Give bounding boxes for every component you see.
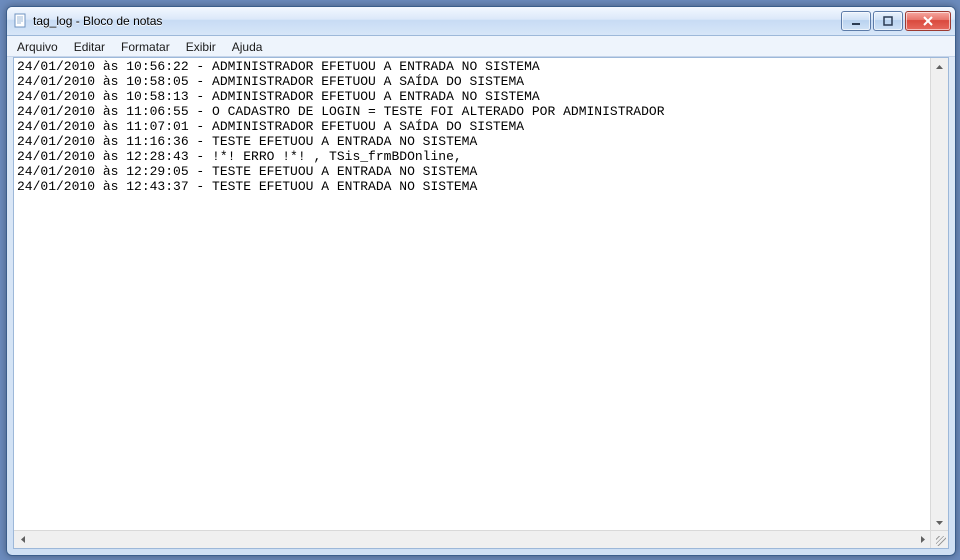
- app-icon: [13, 13, 29, 29]
- scroll-left-button[interactable]: [14, 531, 31, 548]
- chevron-down-icon: [936, 521, 943, 525]
- maximize-button[interactable]: [873, 11, 903, 31]
- close-button[interactable]: [905, 11, 951, 31]
- vertical-scrollbar[interactable]: [930, 58, 948, 531]
- minimize-icon: [851, 16, 861, 26]
- window-title: tag_log - Bloco de notas: [33, 14, 841, 28]
- scroll-right-button[interactable]: [914, 531, 931, 548]
- vertical-scroll-track[interactable]: [931, 75, 948, 514]
- maximize-icon: [883, 16, 893, 26]
- chevron-up-icon: [936, 65, 943, 69]
- menu-ajuda[interactable]: Ajuda: [224, 36, 271, 56]
- minimize-button[interactable]: [841, 11, 871, 31]
- chevron-left-icon: [21, 536, 25, 543]
- horizontal-scroll-track[interactable]: [31, 531, 914, 548]
- resize-grip[interactable]: [930, 530, 948, 548]
- titlebar[interactable]: tag_log - Bloco de notas: [7, 7, 955, 36]
- menubar: Arquivo Editar Formatar Exibir Ajuda: [7, 36, 955, 57]
- window-controls: [841, 11, 953, 31]
- scroll-down-button[interactable]: [931, 514, 948, 531]
- close-icon: [922, 16, 934, 26]
- text-editor[interactable]: 24/01/2010 às 10:56:22 - ADMINISTRADOR E…: [14, 58, 931, 531]
- editor-viewport: 24/01/2010 às 10:56:22 - ADMINISTRADOR E…: [14, 58, 948, 548]
- chevron-right-icon: [921, 536, 925, 543]
- menu-formatar[interactable]: Formatar: [113, 36, 178, 56]
- horizontal-scrollbar[interactable]: [14, 530, 931, 548]
- scroll-up-button[interactable]: [931, 58, 948, 75]
- app-window: tag_log - Bloco de notas Arquivo Ed: [6, 6, 956, 556]
- menu-exibir[interactable]: Exibir: [178, 36, 224, 56]
- menu-editar[interactable]: Editar: [66, 36, 113, 56]
- client-area: 24/01/2010 às 10:56:22 - ADMINISTRADOR E…: [13, 57, 949, 549]
- menu-arquivo[interactable]: Arquivo: [9, 36, 66, 56]
